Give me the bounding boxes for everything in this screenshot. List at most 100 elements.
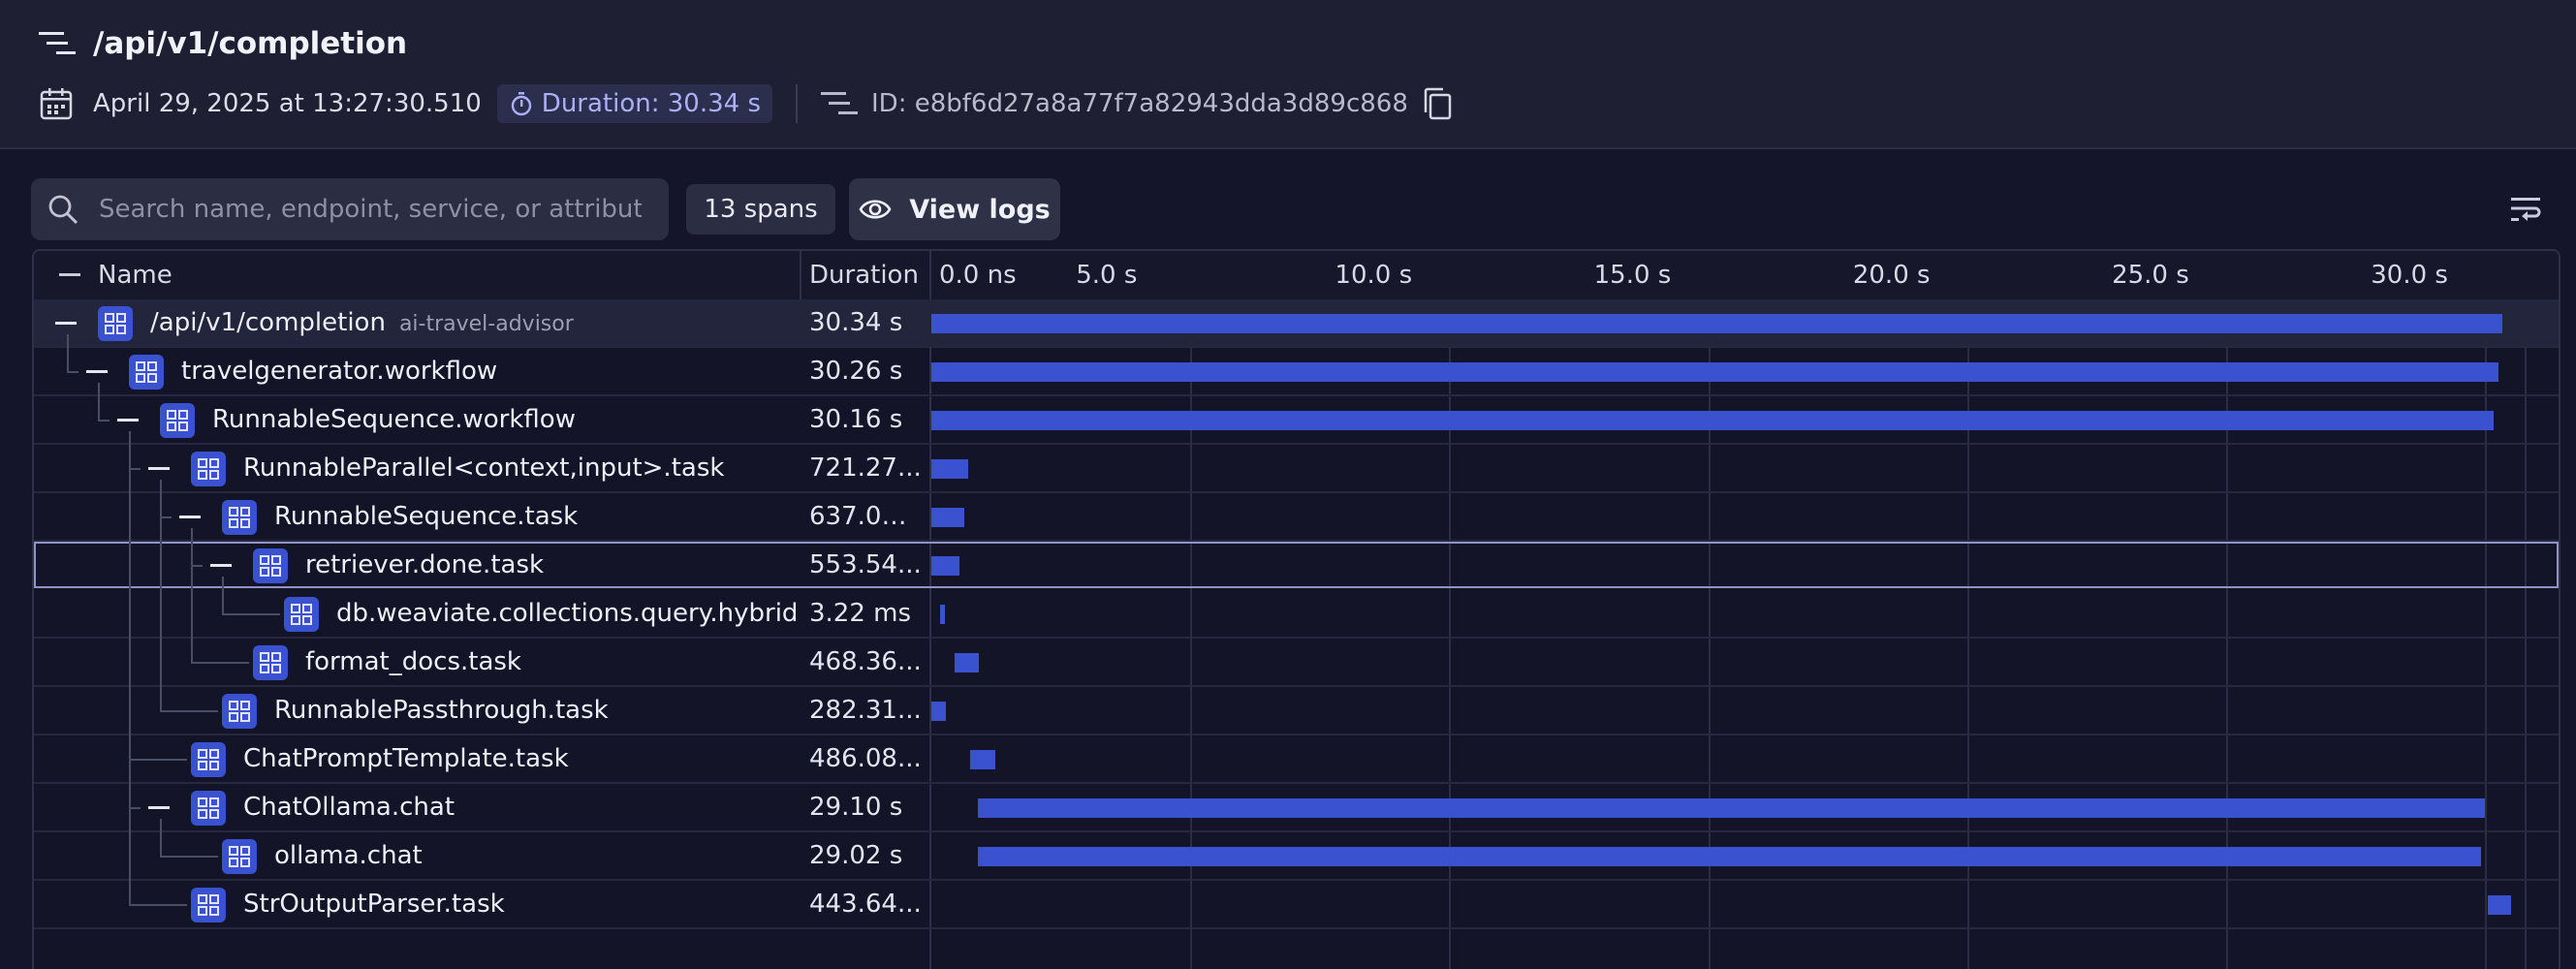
span-bar[interactable] xyxy=(978,847,2481,866)
span-name: ChatPromptTemplate.task xyxy=(243,735,569,782)
span-duration: 637.07 ... xyxy=(809,502,922,531)
span-count-badge: 13 spans xyxy=(686,184,835,234)
collapse-toggle[interactable] xyxy=(117,419,139,422)
trace-list-icon xyxy=(39,32,76,54)
tree-connector xyxy=(129,759,187,761)
table-row[interactable]: ChatPromptTemplate.task 486.08... xyxy=(34,431,2559,784)
wrap-lines-icon[interactable] xyxy=(2508,192,2543,227)
span-duration: 721.27... xyxy=(809,453,922,483)
span-name: travelgenerator.workflow xyxy=(181,348,497,394)
span-bar[interactable] xyxy=(970,750,996,769)
span-name-text: /api/v1/completion xyxy=(150,308,386,337)
span-duration: 282.31... xyxy=(809,696,922,725)
search-box[interactable] xyxy=(31,178,669,240)
table-row[interactable]: RunnableSequence.task 637.07 ... xyxy=(34,480,2559,542)
table-row[interactable]: format_docs.task 468.36... xyxy=(34,528,2559,687)
span-name-text: RunnableParallel<context,input>.task xyxy=(243,453,725,483)
span-duration: 30.16 s xyxy=(809,405,903,434)
table-row[interactable]: RunnableSequence.workflow 30.16 s xyxy=(34,383,2559,445)
timeline-tick-label: 10.0 s xyxy=(1335,261,1413,290)
span-grid-icon xyxy=(191,452,226,486)
timeline-tick-label: 5.0 s xyxy=(1076,261,1138,290)
span-duration: 468.36... xyxy=(809,647,922,676)
span-grid-icon xyxy=(253,645,288,680)
span-name-text: RunnableSequence.workflow xyxy=(212,405,576,434)
span-bar[interactable] xyxy=(931,362,2499,382)
tree-connector xyxy=(67,334,69,371)
table-row[interactable]: ollama.chat 29.02 s xyxy=(34,819,2559,881)
tree-connector xyxy=(222,577,224,613)
span-duration: 553.54... xyxy=(809,550,922,579)
tree-connector xyxy=(67,371,79,373)
span-table: Name Duration 0.0 ns 5.0 s 10.0 s 15.0 s 20.… xyxy=(32,249,2560,969)
span-grid-icon xyxy=(222,839,257,874)
span-name: /api/v1/completion ai-travel-advisor xyxy=(150,299,574,346)
span-grid-icon xyxy=(222,500,257,535)
span-name-text: format_docs.task xyxy=(305,647,521,676)
span-name-text: ollama.chat xyxy=(274,841,423,870)
span-grid-icon xyxy=(98,306,133,341)
copy-icon[interactable] xyxy=(1422,87,1453,120)
view-logs-button[interactable]: View logs xyxy=(849,178,1060,240)
span-bar[interactable] xyxy=(940,605,946,624)
column-divider[interactable] xyxy=(800,251,801,299)
search-input[interactable] xyxy=(97,194,644,225)
trace-meta-row: April 29, 2025 at 13:27:30.510 Duration:… xyxy=(39,81,1453,126)
span-grid-icon xyxy=(160,403,195,438)
span-bar[interactable] xyxy=(931,459,969,479)
tree-connector xyxy=(98,383,100,420)
trace-id: ID: e8bf6d27a8a77f7a82943dda3d89c868 xyxy=(871,89,1408,118)
collapse-all-button[interactable] xyxy=(59,273,80,276)
table-row[interactable]: ChatOllama.chat 29.10 s xyxy=(34,431,2559,832)
duration-column-header[interactable]: Duration xyxy=(809,251,919,299)
tree-connector xyxy=(222,613,280,615)
trace-timestamp: April 29, 2025 at 13:27:30.510 xyxy=(93,89,482,118)
span-duration: 29.10 s xyxy=(809,793,903,822)
column-divider[interactable] xyxy=(929,251,931,299)
collapse-toggle[interactable] xyxy=(179,516,201,518)
span-name: RunnableParallel<context,input>.task xyxy=(243,445,724,491)
span-bar[interactable] xyxy=(931,556,960,576)
tree-connector xyxy=(160,480,162,710)
span-name-text: ChatPromptTemplate.task xyxy=(243,744,569,773)
span-bar[interactable] xyxy=(955,653,980,672)
tree-connector xyxy=(160,819,162,856)
span-bar[interactable] xyxy=(931,314,2503,333)
span-name-text: RunnableSequence.task xyxy=(274,502,579,531)
table-row[interactable]: db.weaviate.collections.query.hybrid 3.22… xyxy=(34,577,2559,639)
table-row[interactable]: travelgenerator.workflow 30.26 s xyxy=(34,334,2559,396)
collapse-toggle[interactable] xyxy=(148,806,170,809)
span-name: format_docs.task xyxy=(305,639,521,685)
table-row[interactable]: StrOutputParser.task 443.64... xyxy=(34,431,2559,929)
span-duration: 29.02 s xyxy=(809,841,903,870)
table-row[interactable]: /api/v1/completion ai-travel-advisor 30.34… xyxy=(34,299,2559,348)
collapse-toggle[interactable] xyxy=(86,370,108,373)
table-row[interactable]: RunnableParallel<context,input>.task 721.… xyxy=(34,431,2559,493)
collapse-toggle[interactable] xyxy=(148,467,170,470)
span-name: ollama.chat xyxy=(274,832,423,879)
search-icon xyxy=(48,195,79,225)
span-bar[interactable] xyxy=(931,508,965,527)
span-name-text: ChatOllama.chat xyxy=(243,793,456,822)
span-grid-icon xyxy=(129,355,164,390)
collapse-toggle[interactable] xyxy=(55,322,77,325)
timeline-tick-label: 25.0 s xyxy=(2112,261,2189,290)
span-bar[interactable] xyxy=(978,798,2486,818)
span-grid-icon xyxy=(191,742,226,777)
timeline-tick-label: 15.0 s xyxy=(1593,261,1672,290)
span-bar[interactable] xyxy=(931,702,946,721)
span-bar[interactable] xyxy=(2488,895,2511,915)
span-name: RunnableSequence.task xyxy=(274,493,578,540)
span-name: StrOutputParser.task xyxy=(243,881,505,927)
span-name: RunnableSequence.workflow xyxy=(212,396,576,443)
name-column-header[interactable]: Name xyxy=(98,251,173,299)
collapse-toggle[interactable] xyxy=(210,564,232,567)
table-row[interactable]: retriever.done.task 553.54... xyxy=(34,528,2559,588)
span-name-text: StrOutputParser.task xyxy=(243,890,505,919)
span-bar[interactable] xyxy=(931,411,2494,430)
span-duration: 486.08... xyxy=(809,744,922,773)
span-duration: 443.64... xyxy=(809,890,922,919)
span-name-text: RunnablePassthrough.task xyxy=(274,696,609,725)
span-grid-icon xyxy=(253,548,288,583)
table-row[interactable]: RunnablePassthrough.task 282.31... xyxy=(34,480,2559,735)
